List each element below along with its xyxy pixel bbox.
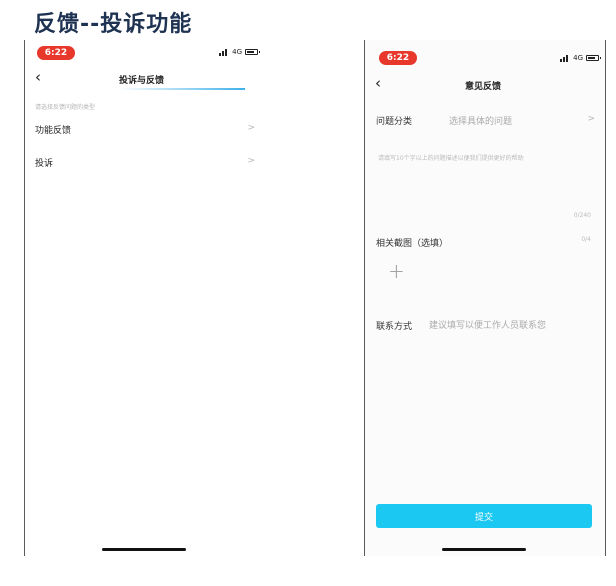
battery-icon [245, 49, 260, 55]
title-underline [119, 88, 245, 90]
back-icon[interactable]: ‹ [35, 70, 41, 85]
category-label: 问题分类 [376, 117, 413, 127]
type-hint: 请选择反馈问题的类型 [35, 104, 96, 111]
menu-item-feature-feedback[interactable]: 功能反馈 > [35, 123, 257, 137]
page-title: 意见反馈 [465, 82, 502, 92]
contact-label: 联系方式 [376, 322, 413, 332]
status-bar-right: 4G [219, 48, 260, 56]
submit-button[interactable]: 提交 [376, 504, 592, 528]
plus-icon[interactable]: + [388, 261, 405, 281]
network-label: 4G [232, 48, 242, 56]
chevron-right-icon: > [587, 114, 595, 124]
signal-icon [219, 48, 229, 56]
chevron-right-icon: > [247, 156, 255, 166]
network-label: 4G [573, 54, 583, 62]
menu-item-label: 投诉 [35, 159, 54, 169]
description-counter: 0/240 [573, 212, 591, 219]
slide-title: 反馈--投诉功能 [34, 12, 193, 37]
menu-item-label: 功能反馈 [35, 126, 72, 136]
home-indicator [442, 548, 526, 551]
phone-feedback-form: 6:22 4G ‹ 意见反馈 问题分类 选择具体的问题 > 请填写10个字以上的… [364, 40, 606, 556]
back-icon[interactable]: ‹ [375, 76, 381, 91]
phone-feedback-type: 6:22 4G ‹ 投诉与反馈 请选择反馈问题的类型 功能反馈 > 投诉 > [24, 40, 264, 556]
status-time-badge: 6:22 [379, 51, 417, 65]
screenshot-label: 相关截图（选填） [376, 239, 449, 249]
battery-icon [586, 55, 601, 61]
signal-icon [560, 54, 570, 62]
description-textarea[interactable]: 请填写10个字以上的问题描述以便我们提供更好的帮助 [378, 153, 524, 162]
screenshot-counter: 0/4 [581, 236, 591, 243]
status-time-badge: 6:22 [37, 46, 75, 60]
home-indicator [102, 548, 186, 551]
contact-input[interactable]: 建议填写以便工作人员联系您 [429, 318, 546, 331]
menu-item-complaint[interactable]: 投诉 > [35, 156, 257, 170]
page-title: 投诉与反馈 [119, 76, 165, 86]
chevron-right-icon: > [247, 123, 255, 133]
category-select[interactable]: 选择具体的问题 [449, 114, 512, 127]
status-bar-right: 4G [560, 54, 601, 62]
